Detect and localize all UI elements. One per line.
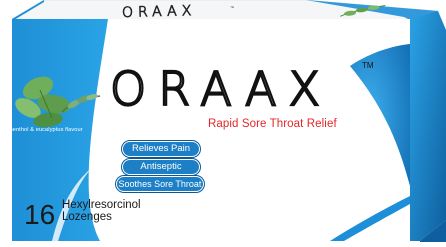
trademark: TM	[362, 61, 374, 70]
ingredient-label: Hexylresorcinol Lozenges	[62, 199, 141, 223]
ingredient-name: Hexylresorcinol	[62, 199, 141, 211]
product-box: ORAAX ™ ORAAX TM Rapid Sore Throat Relie…	[0, 0, 446, 242]
top-trademark: ™	[230, 5, 234, 10]
benefit-badge: Relieves Pain	[122, 141, 200, 157]
benefit-badge: Antiseptic	[122, 159, 200, 175]
flavour-label: menthol & eucalyptus flavour	[8, 127, 83, 133]
brand-wordmark: ORAAX	[109, 62, 333, 116]
dosage-form: Lozenges	[62, 211, 112, 224]
tagline: Rapid Sore Throat Relief	[208, 118, 337, 130]
quantity: 16	[24, 199, 56, 230]
benefit-badge: Soothes Sore Throat	[116, 176, 204, 192]
top-brand-wordmark: ORAAX	[121, 3, 197, 22]
